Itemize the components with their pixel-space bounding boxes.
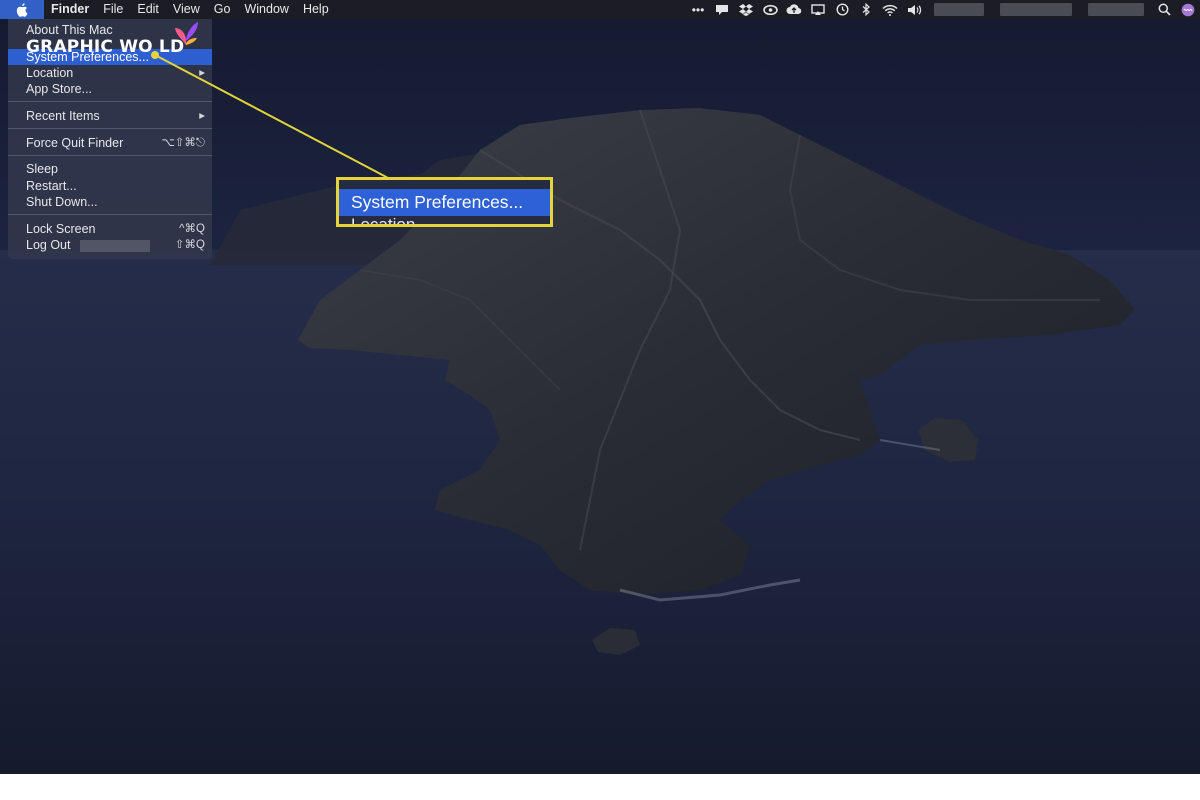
- menu-help[interactable]: Help: [296, 0, 336, 19]
- menu-item-label: Lock Screen: [26, 222, 96, 236]
- menu-item-lock-screen[interactable]: Lock Screen ^⌘Q: [8, 221, 212, 237]
- menu-item-shortcut: ^⌘Q: [179, 223, 205, 235]
- menu-item-label: Shut Down...: [26, 195, 98, 209]
- menu-item-label: Sleep: [26, 162, 58, 176]
- menu-item-restart[interactable]: Restart...: [8, 178, 212, 194]
- menu-item-shortcut: ⇧⌘Q: [174, 239, 205, 251]
- creative-cloud-icon[interactable]: [758, 0, 782, 19]
- menu-edit[interactable]: Edit: [130, 0, 166, 19]
- menu-item-label: Restart...: [26, 179, 77, 193]
- menu-item-location[interactable]: Location ▸: [8, 65, 212, 81]
- search-icon[interactable]: [1152, 0, 1176, 19]
- graphic-world-watermark: GRAPHIC WO LD: [26, 22, 198, 59]
- bluetooth-icon[interactable]: [854, 0, 878, 19]
- menu-view[interactable]: View: [166, 0, 207, 19]
- menu-separator: [8, 155, 212, 156]
- dropbox-icon[interactable]: [734, 0, 758, 19]
- menu-separator: [8, 101, 212, 102]
- menu-item-shortcut: ⌥⇧⌘⎋: [161, 137, 205, 149]
- volume-icon[interactable]: [902, 0, 926, 19]
- menu-item-label: Log Out: [26, 238, 71, 252]
- butterfly-logo-icon: [175, 22, 198, 45]
- redacted-status-item: [1088, 3, 1144, 16]
- menu-bar: Finder File Edit View Go Window Help •••: [0, 0, 1200, 19]
- menu-window[interactable]: Window: [237, 0, 295, 19]
- callout-highlighted-item: System Preferences...: [339, 189, 550, 216]
- apple-menu-button[interactable]: [0, 0, 44, 19]
- redacted-username: [79, 239, 150, 252]
- redacted-status-item: [934, 3, 984, 16]
- cloud-upload-icon[interactable]: [782, 0, 806, 19]
- bottom-margin: [0, 774, 1200, 800]
- menu-go[interactable]: Go: [207, 0, 238, 19]
- wifi-icon[interactable]: [878, 0, 902, 19]
- desktop-screen: Finder File Edit View Go Window Help •••: [0, 0, 1200, 774]
- watermark-text: GRAPHIC WO LD: [26, 37, 185, 57]
- menu-item-app-store[interactable]: App Store...: [8, 81, 212, 97]
- callout-menu-edge: [339, 180, 550, 189]
- menu-item-sleep[interactable]: Sleep: [8, 161, 212, 177]
- menu-file[interactable]: File: [96, 0, 130, 19]
- status-area: •••: [686, 0, 1200, 19]
- time-machine-icon[interactable]: [830, 0, 854, 19]
- redacted-status-item: [1000, 3, 1072, 16]
- apple-icon: [16, 2, 28, 17]
- more-dots-icon[interactable]: •••: [686, 0, 710, 19]
- menu-item-log-out[interactable]: Log Out ⇧⌘Q: [8, 237, 212, 253]
- menu-item-label: Location: [26, 66, 74, 80]
- menu-item-shut-down[interactable]: Shut Down...: [8, 194, 212, 210]
- menu-item-label: App Store...: [26, 82, 93, 96]
- submenu-arrow-icon: ▸: [199, 67, 205, 79]
- menu-separator: [8, 214, 212, 215]
- menu-separator: [8, 128, 212, 129]
- siri-icon[interactable]: [1176, 0, 1200, 19]
- menu-item-label: Force Quit Finder: [26, 136, 124, 150]
- airplay-icon[interactable]: [806, 0, 830, 19]
- menu-item-label: Recent Items: [26, 109, 100, 123]
- menu-app-name[interactable]: Finder: [44, 0, 96, 19]
- menu-item-recent-items[interactable]: Recent Items ▸: [8, 108, 212, 124]
- menu-item-force-quit[interactable]: Force Quit Finder ⌥⇧⌘⎋: [8, 135, 212, 151]
- zoom-callout: System Preferences... Location: [336, 177, 553, 227]
- notifications-icon[interactable]: [710, 0, 734, 19]
- callout-next-item: Location: [351, 215, 416, 227]
- submenu-arrow-icon: ▸: [199, 110, 205, 122]
